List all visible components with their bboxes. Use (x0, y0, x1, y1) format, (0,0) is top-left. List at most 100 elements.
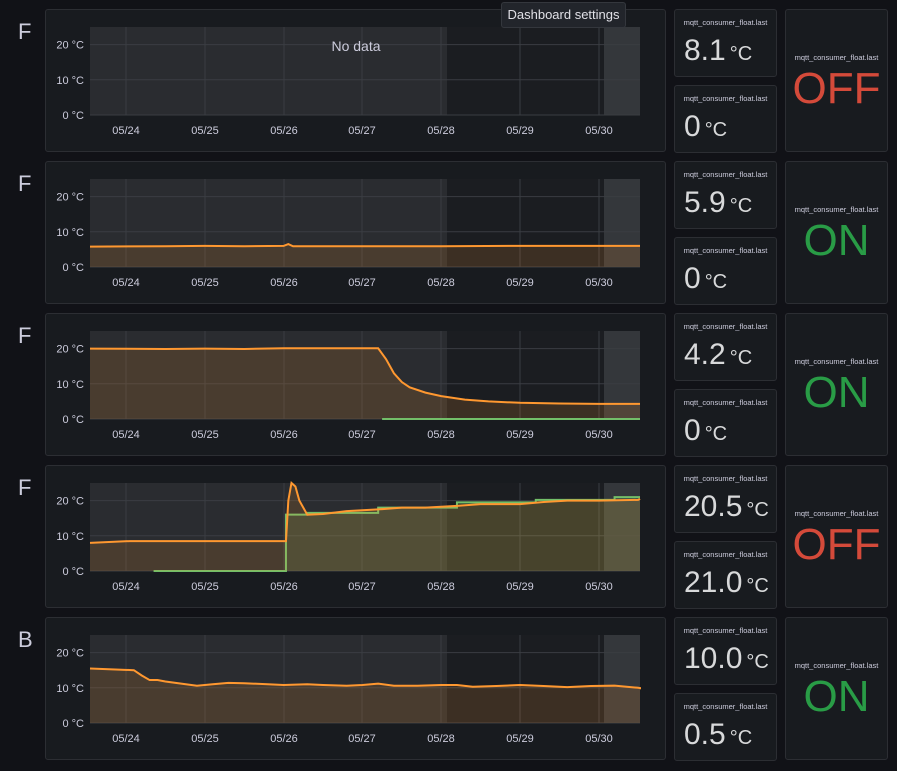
x-tick-label: 05/26 (270, 733, 298, 745)
x-tick-label: 05/24 (112, 429, 140, 441)
x-tick-label: 05/26 (270, 429, 298, 441)
x-tick-label: 05/30 (585, 733, 613, 745)
state-value: OFF (792, 520, 881, 569)
timeseries-chart[interactable]: 0 °C 10 °C 20 °C 05/24 05/25 05/26 05/27 05/28 0… (46, 10, 667, 153)
stat-number: 0 (684, 262, 701, 295)
stat-panel[interactable]: mqtt_consumer_float.last 10.0 °C (674, 617, 777, 685)
x-tick-label: 05/30 (585, 429, 613, 441)
x-tick-label: 05/26 (270, 277, 298, 289)
x-tick-label: 05/29 (506, 277, 534, 289)
state-value: OFF (792, 64, 881, 113)
x-tick-label: 05/27 (348, 429, 376, 441)
x-tick-label: 05/26 (270, 581, 298, 593)
state-title: mqtt_consumer_float.last (794, 53, 879, 62)
stat-number: 4.2 (684, 338, 726, 371)
stat-title: mqtt_consumer_float.last (683, 246, 768, 255)
stat-panel[interactable]: mqtt_consumer_float.last 0 °C (674, 85, 777, 153)
stat-number: 21.0 (684, 566, 743, 599)
row-title[interactable]: F (18, 475, 31, 501)
stat-panel[interactable]: mqtt_consumer_float.last 5.9 °C (674, 161, 777, 229)
x-tick-label: 05/30 (585, 125, 613, 137)
row-title[interactable]: B (18, 627, 33, 653)
state-panel[interactable]: mqtt_consumer_float.last OFF (785, 465, 888, 608)
stat-panel[interactable]: mqtt_consumer_float.last 0 °C (674, 389, 777, 457)
timeseries-panel[interactable]: 0 °C 10 °C 20 °C 05/24 05/25 05/26 05/27 05/28 0… (45, 9, 666, 152)
x-tick-label: 05/27 (348, 125, 376, 137)
state-panel[interactable]: mqtt_consumer_float.last ON (785, 617, 888, 760)
stat-value: 0 °C (684, 414, 727, 448)
timeseries-chart[interactable]: 0 °C 10 °C 20 °C 05/24 05/25 05/26 05/27 05/28 0… (46, 618, 667, 761)
x-tick-label: 05/29 (506, 733, 534, 745)
stat-panel[interactable]: mqtt_consumer_float.last 4.2 °C (674, 313, 777, 381)
state-panel[interactable]: mqtt_consumer_float.last ON (785, 313, 888, 456)
stat-title: mqtt_consumer_float.last (683, 170, 768, 179)
stat-panel[interactable]: mqtt_consumer_float.last 0.5 °C (674, 693, 777, 761)
stat-number: 0 (684, 414, 701, 447)
stat-panel[interactable]: mqtt_consumer_float.last 8.1 °C (674, 9, 777, 77)
state-panel[interactable]: mqtt_consumer_float.last ON (785, 161, 888, 304)
stat-unit: °C (729, 727, 753, 749)
stat-title: mqtt_consumer_float.last (683, 322, 768, 331)
x-tick-label: 05/28 (427, 125, 455, 137)
state-title: mqtt_consumer_float.last (794, 205, 879, 214)
stat-value: 0 °C (684, 262, 727, 296)
x-tick-label: 05/28 (427, 581, 455, 593)
x-tick-label: 05/28 (427, 429, 455, 441)
stat-number: 10.0 (684, 642, 743, 675)
timeseries-panel[interactable]: 0 °C 10 °C 20 °C 05/24 05/25 05/26 05/27 05/28 0… (45, 313, 666, 456)
y-tick-label: 10 °C (56, 531, 84, 543)
x-tick-label: 05/29 (506, 125, 534, 137)
row-title[interactable]: F (18, 171, 31, 197)
y-tick-label: 20 °C (56, 496, 84, 508)
y-tick-label: 10 °C (56, 683, 84, 695)
state-title: mqtt_consumer_float.last (794, 357, 879, 366)
stat-value: 5.9 °C (684, 186, 752, 220)
stat-unit: °C (729, 347, 753, 369)
y-tick-label: 0 °C (62, 718, 84, 730)
stat-value: 10.0 °C (684, 642, 769, 676)
stat-value: 21.0 °C (684, 566, 769, 600)
state-value: ON (803, 368, 870, 417)
stat-value: 8.1 °C (684, 34, 752, 68)
timeseries-panel[interactable]: 0 °C 10 °C 20 °C 05/24 05/25 05/26 05/27 05/28 0… (45, 617, 666, 760)
stat-unit: °C (746, 575, 769, 597)
state-title: mqtt_consumer_float.last (794, 509, 879, 518)
stat-title: mqtt_consumer_float.last (683, 626, 768, 635)
stat-unit: °C (746, 499, 769, 521)
stat-title: mqtt_consumer_float.last (683, 550, 768, 559)
y-tick-label: 20 °C (56, 344, 84, 356)
x-tick-label: 05/28 (427, 277, 455, 289)
stat-number: 20.5 (684, 490, 743, 523)
state-panel[interactable]: mqtt_consumer_float.last OFF (785, 9, 888, 152)
stat-title: mqtt_consumer_float.last (683, 702, 768, 711)
stat-panel[interactable]: mqtt_consumer_float.last 0 °C (674, 237, 777, 305)
timeseries-panel[interactable]: 0 °C 10 °C 20 °C 05/24 05/25 05/26 05/27 05/28 0… (45, 465, 666, 608)
stat-panel[interactable]: mqtt_consumer_float.last 21.0 °C (674, 541, 777, 609)
state-title: mqtt_consumer_float.last (794, 661, 879, 670)
x-tick-label: 05/24 (112, 581, 140, 593)
stat-unit: °C (729, 43, 753, 65)
x-tick-label: 05/27 (348, 277, 376, 289)
y-tick-label: 20 °C (56, 40, 84, 52)
x-tick-label: 05/25 (191, 581, 219, 593)
timeseries-chart[interactable]: 0 °C 10 °C 20 °C 05/24 05/25 05/26 05/27 05/28 0… (46, 314, 667, 457)
time-region-shade (604, 27, 640, 115)
x-tick-label: 05/30 (585, 277, 613, 289)
x-tick-label: 05/24 (112, 125, 140, 137)
timeseries-chart[interactable]: 0 °C 10 °C 20 °C 05/24 05/25 05/26 05/27 05/28 0… (46, 162, 667, 305)
y-tick-label: 0 °C (62, 110, 84, 122)
stat-panel[interactable]: mqtt_consumer_float.last 20.5 °C (674, 465, 777, 533)
row-title[interactable]: F (18, 19, 31, 45)
stat-unit: °C (704, 423, 728, 445)
y-tick-label: 0 °C (62, 262, 84, 274)
stat-title: mqtt_consumer_float.last (683, 474, 768, 483)
stat-number: 5.9 (684, 186, 726, 219)
stat-number: 0 (684, 110, 701, 143)
stat-unit: °C (746, 651, 769, 673)
row-title[interactable]: F (18, 323, 31, 349)
state-value: ON (803, 216, 870, 265)
x-tick-label: 05/26 (270, 125, 298, 137)
timeseries-chart[interactable]: 0 °C 10 °C 20 °C 05/24 05/25 05/26 05/27 05/28 0… (46, 466, 667, 609)
stat-unit: °C (729, 195, 753, 217)
timeseries-panel[interactable]: 0 °C 10 °C 20 °C 05/24 05/25 05/26 05/27 05/28 0… (45, 161, 666, 304)
